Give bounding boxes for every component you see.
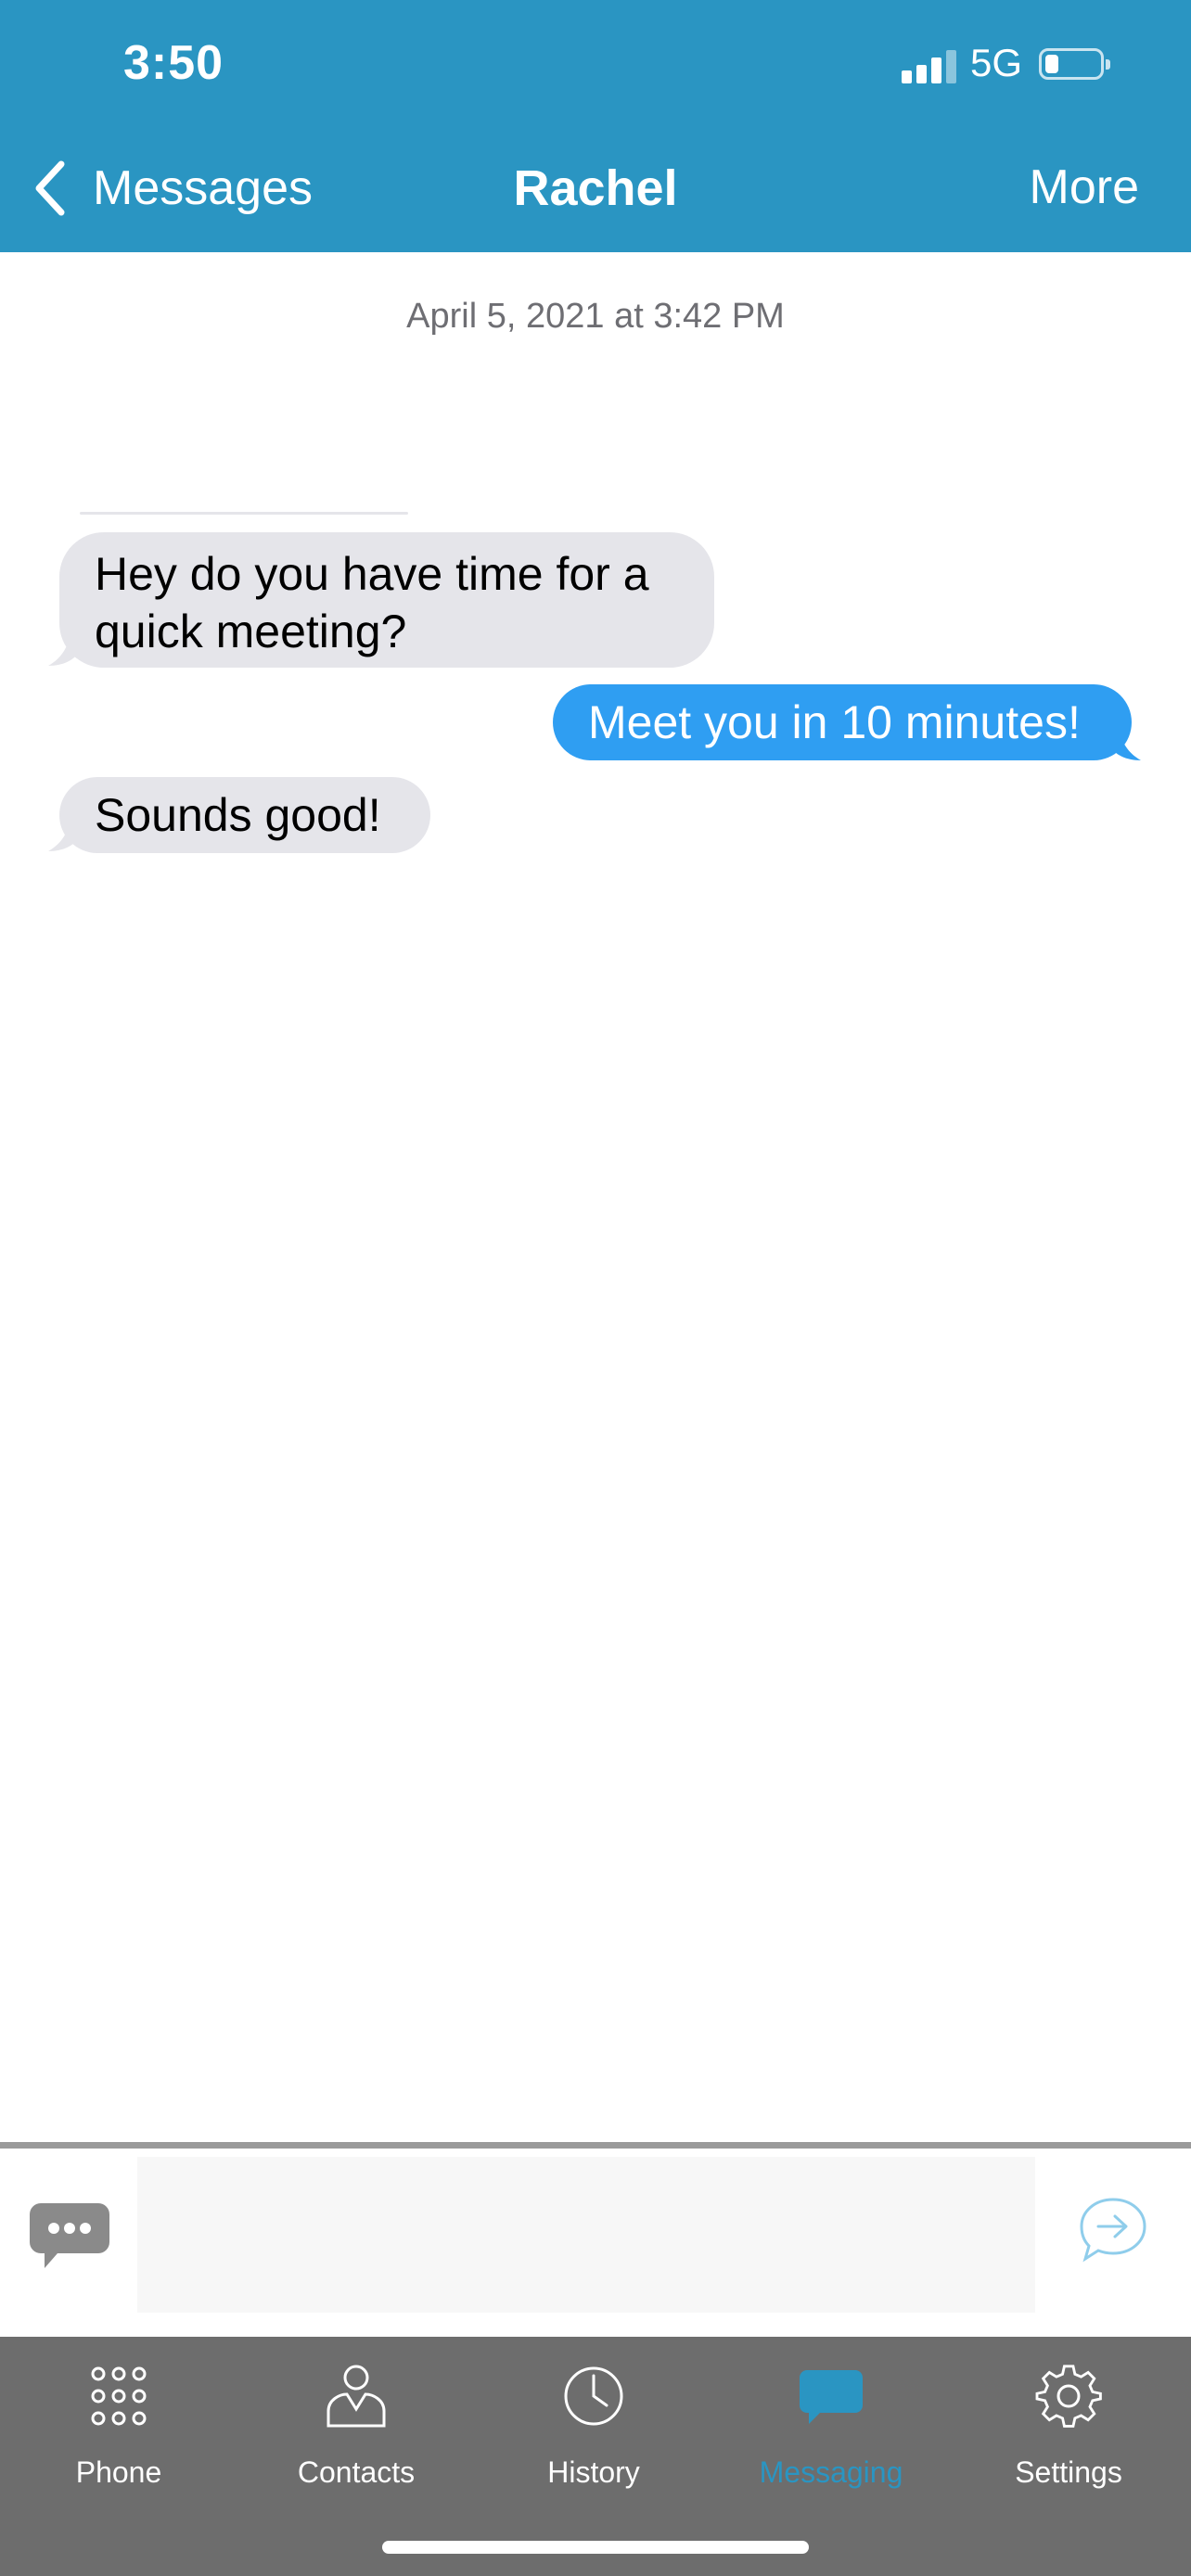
conversation-timestamp: April 5, 2021 at 3:42 PM (406, 297, 785, 336)
home-indicator (382, 2541, 809, 2554)
tab-label: Phone (75, 2455, 162, 2489)
keypad-icon (91, 2366, 147, 2426)
quick-replies-icon[interactable] (28, 2200, 111, 2274)
tab-phone[interactable]: Phone (0, 2337, 237, 2504)
tab-contacts[interactable]: Contacts (237, 2337, 475, 2504)
signal-strength-icon (902, 50, 957, 83)
gear-icon (1035, 2365, 1102, 2428)
tab-messaging[interactable]: Messaging (712, 2337, 950, 2504)
tab-label: Settings (1015, 2455, 1122, 2489)
chat-bubble-icon (800, 2370, 863, 2424)
tab-label: History (547, 2455, 640, 2489)
status-time: 3:50 (123, 36, 224, 90)
message-bubble-incoming[interactable]: Sounds good! (59, 777, 430, 853)
app-header: 3:50 5G Messages Rachel More (0, 0, 1191, 252)
tab-label: Contacts (297, 2455, 416, 2489)
send-icon[interactable] (1078, 2194, 1148, 2264)
scrolled-bubble-edge (80, 512, 408, 515)
conversation-title: Rachel (513, 160, 678, 216)
tab-label: Messaging (759, 2455, 903, 2489)
person-icon (327, 2365, 386, 2428)
compose-divider (0, 2142, 1191, 2149)
message-input[interactable] (137, 2157, 1035, 2313)
message-bubble-incoming[interactable]: Hey do you have time for a quick meeting… (59, 532, 714, 668)
more-button[interactable]: More (1030, 159, 1139, 215)
battery-icon (1039, 48, 1110, 80)
message-bubble-outgoing[interactable]: Meet you in 10 minutes! (553, 684, 1132, 760)
tab-history[interactable]: History (475, 2337, 712, 2504)
network-type: 5G (970, 41, 1023, 84)
clock-icon (564, 2366, 623, 2426)
tab-settings[interactable]: Settings (950, 2337, 1187, 2504)
